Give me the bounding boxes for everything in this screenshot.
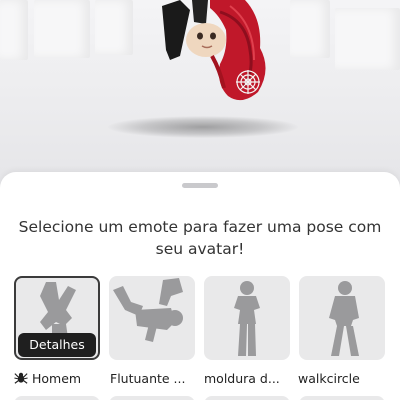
emote-card-walkcircle[interactable] [299,276,385,360]
emote-card-flutuante[interactable] [109,276,195,360]
emote-label-homem: Homem [14,371,104,389]
emote-label-flutuante: Flutuante ... [110,371,200,389]
emote-label-walkcircle: walkcircle [298,371,388,389]
emote-pose-thumbnail [329,281,359,356]
avatar-preview[interactable] [0,0,400,200]
avatar-figure [162,0,266,101]
spider-icon [14,372,28,384]
emote-name: Homem [32,371,82,386]
details-button[interactable]: Detalhes [18,333,96,357]
emote-pose-thumbnail [113,278,183,342]
emote-picker-sheet: Selecione um emote para fazer uma pose c… [0,172,400,400]
emote-label-moldura: moldura d... [204,371,294,389]
emote-grid: Detalhes Homem Flutuante ... moldura d..… [14,276,386,400]
emote-card-homem[interactable]: Detalhes [14,276,100,360]
background-block [290,0,330,58]
emote-card-moldura[interactable] [204,276,290,360]
emote-pose-thumbnail [234,281,260,356]
background-block [34,0,90,58]
background-block [335,8,400,70]
emote-card-row2[interactable] [14,396,100,400]
emote-card-row2[interactable] [204,396,290,400]
sheet-drag-handle[interactable] [182,183,218,188]
background-block [95,0,133,55]
emote-name: Flutuante ... [110,371,186,386]
emote-card-row2[interactable] [299,396,385,400]
emote-name: walkcircle [298,371,360,386]
background-block [0,0,28,60]
avatar-shadow [108,116,298,138]
emote-name: moldura d... [204,371,280,386]
emote-prompt: Selecione um emote para fazer uma pose c… [18,218,382,258]
emote-card-row2[interactable] [109,396,195,400]
